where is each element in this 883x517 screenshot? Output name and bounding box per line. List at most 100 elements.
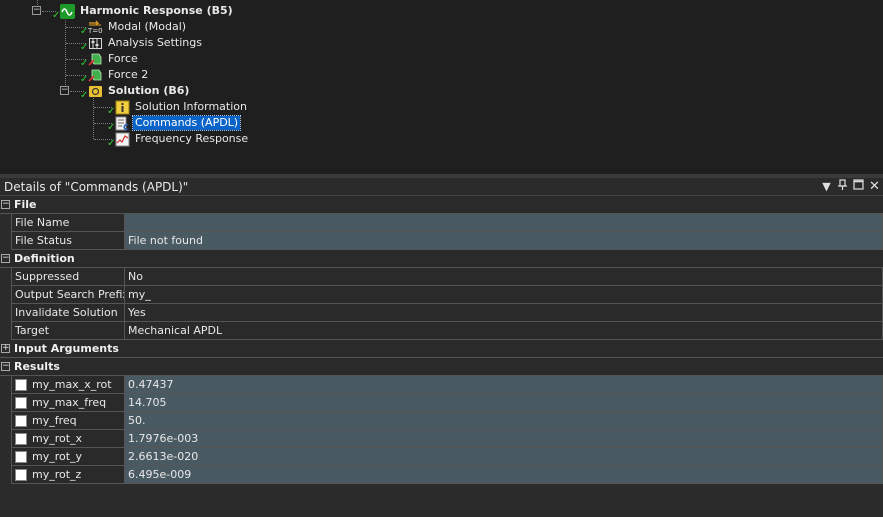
property-value-output-search-prefix[interactable]: my_	[125, 286, 883, 303]
details-property-grid: − File File Name File Status File not fo…	[0, 196, 883, 484]
result-row-my-rot-y[interactable]: my_rot_y 2.6613e-020	[11, 448, 883, 466]
result-value: 6.495e-009	[125, 466, 883, 483]
tree-item-commands-apdl[interactable]: C ✓ Commands (APDL)	[107, 115, 242, 132]
parameter-checkbox[interactable]	[15, 396, 27, 409]
tree-connector	[65, 18, 66, 91]
result-name: my_rot_z	[32, 468, 82, 481]
property-row-suppressed[interactable]: Suppressed No	[11, 268, 883, 286]
details-empty-area	[0, 485, 883, 517]
expand-group-icon[interactable]: +	[0, 340, 11, 357]
collapse-group-icon[interactable]: −	[0, 358, 11, 375]
tree-item-frequency-response[interactable]: ✓ Frequency Response	[107, 131, 250, 148]
result-value: 1.7976e-003	[125, 430, 883, 447]
analysis-settings-icon: ✓	[80, 36, 103, 52]
property-value-invalidate-solution[interactable]: Yes	[125, 304, 883, 321]
property-name: my_max_freq	[11, 394, 125, 411]
parameter-checkbox[interactable]	[15, 414, 27, 427]
result-name: my_rot_x	[32, 432, 83, 445]
property-name: Target	[11, 322, 125, 339]
result-value: 2.6613e-020	[125, 448, 883, 465]
status-check-icon: ✓	[107, 121, 116, 133]
outline-tree[interactable]: − − ✓ Harmonic Response (B5) T=0 ✓ Modal…	[0, 0, 883, 174]
group-file[interactable]: − File	[0, 196, 883, 214]
group-label: Input Arguments	[14, 342, 119, 355]
tree-item-label: Harmonic Response (B5)	[80, 4, 233, 17]
property-value-target[interactable]: Mechanical APDL	[125, 322, 883, 339]
result-row-my-max-x-rot[interactable]: my_max_x_rot 0.47437	[11, 376, 883, 394]
group-results[interactable]: − Results	[0, 358, 883, 376]
parameter-checkbox[interactable]	[15, 450, 27, 463]
collapse-solution-toggle[interactable]: −	[60, 86, 69, 95]
tree-item-label: Force	[108, 52, 138, 65]
result-name: my_max_x_rot	[32, 378, 112, 391]
group-label: File	[14, 198, 37, 211]
solution-icon: ✓	[80, 84, 103, 100]
property-value-file-name[interactable]	[125, 214, 883, 231]
collapse-group-icon[interactable]: −	[0, 196, 11, 213]
result-value: 14.705	[125, 394, 883, 411]
property-name: my_max_x_rot	[11, 376, 125, 393]
result-row-my-freq[interactable]: my_freq 50.	[11, 412, 883, 430]
frequency-response-icon: ✓	[107, 132, 130, 148]
pin-icon[interactable]	[835, 179, 850, 194]
tree-item-solution-information[interactable]: ✓ Solution Information	[107, 99, 249, 116]
property-name: my_freq	[11, 412, 125, 429]
group-definition[interactable]: − Definition	[0, 250, 883, 268]
status-check-icon: ✓	[107, 105, 116, 117]
property-name: File Name	[11, 214, 125, 231]
commands-apdl-icon: C ✓	[107, 116, 130, 132]
property-name: Output Search Prefix	[11, 286, 125, 303]
property-row-target[interactable]: Target Mechanical APDL	[11, 322, 883, 340]
result-row-my-rot-x[interactable]: my_rot_x 1.7976e-003	[11, 430, 883, 448]
details-panel-title: Details of "Commands (APDL)"	[4, 179, 189, 194]
modal-initial-condition-icon: T=0 ✓	[80, 20, 103, 36]
panel-menu-chevron-down-icon[interactable]: ▼	[819, 179, 834, 194]
group-label: Definition	[14, 252, 75, 265]
tree-item-label: Frequency Response	[135, 132, 249, 145]
property-row-invalidate-solution[interactable]: Invalidate Solution Yes	[11, 304, 883, 322]
svg-text:C: C	[123, 123, 129, 131]
tree-item-modal[interactable]: T=0 ✓ Modal (Modal)	[80, 19, 188, 36]
harmonic-response-icon: ✓	[52, 3, 75, 20]
property-name: Suppressed	[11, 268, 125, 285]
collapse-group-icon[interactable]: −	[0, 250, 11, 267]
status-check-icon: ✓	[52, 9, 61, 21]
solution-information-icon: ✓	[107, 100, 130, 116]
group-label: Results	[14, 360, 60, 373]
property-name: my_rot_z	[11, 466, 125, 483]
tree-item-label: Commands (APDL)	[131, 115, 242, 131]
result-name: my_rot_y	[32, 450, 83, 463]
property-row-file-status[interactable]: File Status File not found	[11, 232, 883, 250]
result-name: my_freq	[32, 414, 77, 427]
status-check-icon: ✓	[107, 137, 116, 149]
property-row-output-search-prefix[interactable]: Output Search Prefix my_	[11, 286, 883, 304]
tree-item-label: Modal (Modal)	[108, 20, 187, 33]
property-name: Invalidate Solution	[11, 304, 125, 321]
property-name: my_rot_x	[11, 430, 125, 447]
group-input-arguments[interactable]: + Input Arguments	[0, 340, 883, 358]
tree-item-analysis-settings[interactable]: ✓ Analysis Settings	[80, 35, 204, 52]
status-check-icon: ✓	[80, 73, 89, 85]
tree-connector	[93, 98, 94, 139]
property-row-file-name[interactable]: File Name	[11, 214, 883, 232]
property-name: File Status	[11, 232, 125, 249]
tree-item-label: Force 2	[108, 68, 149, 81]
parameter-checkbox[interactable]	[15, 468, 27, 481]
tree-item-force-2[interactable]: ✓ Force 2	[80, 67, 150, 84]
parameter-checkbox[interactable]	[15, 432, 27, 445]
result-name: my_max_freq	[32, 396, 107, 409]
tree-item-force[interactable]: ✓ Force	[80, 51, 140, 68]
tree-item-label: Solution Information	[135, 100, 247, 113]
result-row-my-rot-z[interactable]: my_rot_z 6.495e-009	[11, 466, 883, 484]
status-check-icon: ✓	[80, 25, 89, 37]
tree-item-harmonic-response[interactable]: ✓ Harmonic Response (B5)	[52, 3, 235, 20]
maximize-icon[interactable]	[851, 179, 866, 194]
parameter-checkbox[interactable]	[15, 378, 27, 391]
details-panel-header: Details of "Commands (APDL)" ▼ ✕	[0, 178, 883, 196]
property-value-suppressed[interactable]: No	[125, 268, 883, 285]
close-icon[interactable]: ✕	[867, 179, 882, 194]
tree-item-label: Solution (B6)	[108, 84, 190, 97]
collapse-harmonic-response-toggle[interactable]: −	[32, 6, 41, 15]
tree-item-solution[interactable]: ✓ Solution (B6)	[80, 83, 191, 100]
result-row-my-max-freq[interactable]: my_max_freq 14.705	[11, 394, 883, 412]
